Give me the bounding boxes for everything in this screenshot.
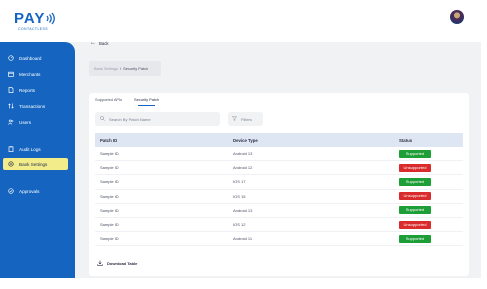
download-table-button[interactable]: Download Table	[97, 258, 137, 268]
top-bar: PAY CONTACTLESS	[0, 0, 487, 42]
bottom-strip	[0, 278, 487, 289]
breadcrumb-separator: /	[120, 66, 122, 71]
cell-status: Unsupported	[399, 163, 463, 172]
breadcrumb-current: Security Patch	[123, 66, 149, 71]
sidebar-item-bank-settings[interactable]: Bank Settings	[3, 158, 68, 170]
cell-patch-id: Sample ID	[100, 193, 119, 199]
cell-status: Unsupported	[399, 192, 463, 201]
download-label: Download Table	[107, 260, 138, 266]
column-header-device-type[interactable]: Device Type	[233, 138, 399, 143]
table-row[interactable]: Sample ID Android 11 Supported	[95, 232, 463, 247]
settings-icon	[7, 160, 15, 168]
filter-icon	[231, 116, 238, 122]
column-header-status[interactable]: Status	[399, 138, 463, 143]
download-icon	[97, 260, 103, 267]
status-badge: Unsupported	[399, 163, 431, 172]
user-avatar[interactable]	[450, 10, 464, 24]
dashboard-icon	[7, 54, 15, 62]
search-icon	[100, 116, 105, 122]
users-icon	[7, 118, 15, 126]
cell-patch-id: Sample ID	[100, 207, 119, 213]
breadcrumb-parent[interactable]: Bank Settings	[94, 66, 118, 71]
sidebar-item-label: Approvals	[19, 188, 40, 194]
cell-device-type: IOS 15	[233, 193, 246, 199]
cell-device-type: Android 11	[233, 236, 253, 242]
table-row[interactable]: Sample ID IOS 15 Unsupported	[95, 190, 463, 204]
sidebar-item-label: Dashboard	[19, 55, 42, 61]
sidebar-item-label: Users	[19, 119, 31, 125]
back-label: Back	[99, 40, 109, 46]
patch-table: Patch ID Device Type Status Sample ID And…	[95, 133, 463, 247]
back-button[interactable]: ← Back	[90, 38, 109, 48]
cell-patch-id: Sample ID	[100, 151, 119, 157]
status-badge: Supported	[399, 149, 431, 158]
sidebar-item-label: Transactions	[19, 103, 46, 109]
search-input[interactable]: Search By Patch Name	[95, 112, 220, 126]
status-badge: Unsupported	[399, 192, 431, 201]
status-badge: Supported	[399, 206, 431, 215]
cell-status: Supported	[399, 234, 463, 243]
cell-patch-id: Sample ID	[100, 179, 119, 185]
sidebar-item-approvals[interactable]: Approvals	[0, 185, 75, 197]
clipboard-icon	[7, 145, 15, 153]
content-card: Supported APIs Security Patch Search By …	[89, 93, 469, 276]
table-row[interactable]: Sample ID IOS 17 Supported	[95, 175, 463, 190]
transactions-icon	[7, 102, 15, 110]
cell-status: Supported	[399, 206, 463, 215]
sidebar-item-users[interactable]: Users	[0, 116, 75, 128]
store-icon	[7, 70, 15, 78]
column-header-patch-id[interactable]: Patch ID	[95, 138, 233, 143]
sidebar-item-label: Merchants	[19, 71, 41, 77]
arrow-left-icon: ←	[90, 40, 96, 46]
sidebar-item-audit-logs[interactable]: Audit Logs	[0, 143, 75, 155]
cell-status: Supported	[399, 149, 463, 158]
sidebar-item-label: Reports	[19, 87, 36, 93]
sidebar-item-label: Audit Logs	[19, 146, 41, 152]
table-body: Sample ID Android 13 Supported Sample ID And…	[95, 147, 463, 247]
cell-device-type: Android 12	[233, 165, 253, 171]
tab-security-patch[interactable]: Security Patch	[128, 93, 165, 106]
cell-patch-id: Sample ID	[100, 165, 119, 171]
right-gutter	[481, 42, 487, 278]
file-icon	[7, 86, 15, 94]
cell-patch-id: Sample ID	[100, 236, 119, 242]
status-badge: Supported	[399, 234, 431, 243]
brand-name: PAY	[14, 10, 46, 27]
filter-label: Filters	[241, 116, 252, 122]
sidebar-item-transactions[interactable]: Transactions	[0, 100, 75, 112]
table-row[interactable]: Sample ID IOS 12 Unsupported	[95, 218, 463, 233]
breadcrumb: Bank Settings / Security Patch	[89, 61, 161, 76]
table-row[interactable]: Sample ID Android 13 Supported	[95, 204, 463, 218]
tab-supported-apis[interactable]: Supported APIs	[89, 93, 128, 106]
cell-device-type: Android 13	[233, 151, 253, 157]
approval-icon	[7, 187, 15, 195]
cell-patch-id: Sample ID	[100, 222, 119, 228]
tab-bar: Supported APIs Security Patch	[89, 93, 165, 106]
status-badge: Unsupported	[399, 220, 431, 229]
brand-tagline: CONTACTLESS	[18, 27, 49, 31]
filter-button[interactable]: Filters	[228, 112, 263, 126]
cell-status: Unsupported	[399, 220, 463, 229]
table-row[interactable]: Sample ID Android 12 Unsupported	[95, 161, 463, 176]
search-placeholder: Search By Patch Name	[109, 116, 151, 122]
status-badge: Supported	[399, 177, 431, 186]
sidebar-item-reports[interactable]: Reports	[0, 84, 75, 96]
sidebar-item-dashboard[interactable]: Dashboard	[0, 52, 75, 64]
brand-logo[interactable]: PAY CONTACTLESS	[14, 10, 56, 31]
cell-status: Supported	[399, 177, 463, 186]
table-header: Patch ID Device Type Status	[95, 133, 463, 147]
sidebar: Dashboard Merchants Reports Transactions…	[0, 42, 75, 278]
table-row[interactable]: Sample ID Android 13 Supported	[95, 147, 463, 162]
cell-device-type: IOS 17	[233, 179, 246, 185]
sidebar-item-merchants[interactable]: Merchants	[0, 68, 75, 80]
cell-device-type: Android 13	[233, 207, 253, 213]
sidebar-item-label: Bank Settings	[19, 161, 48, 167]
cell-device-type: IOS 12	[233, 222, 246, 228]
